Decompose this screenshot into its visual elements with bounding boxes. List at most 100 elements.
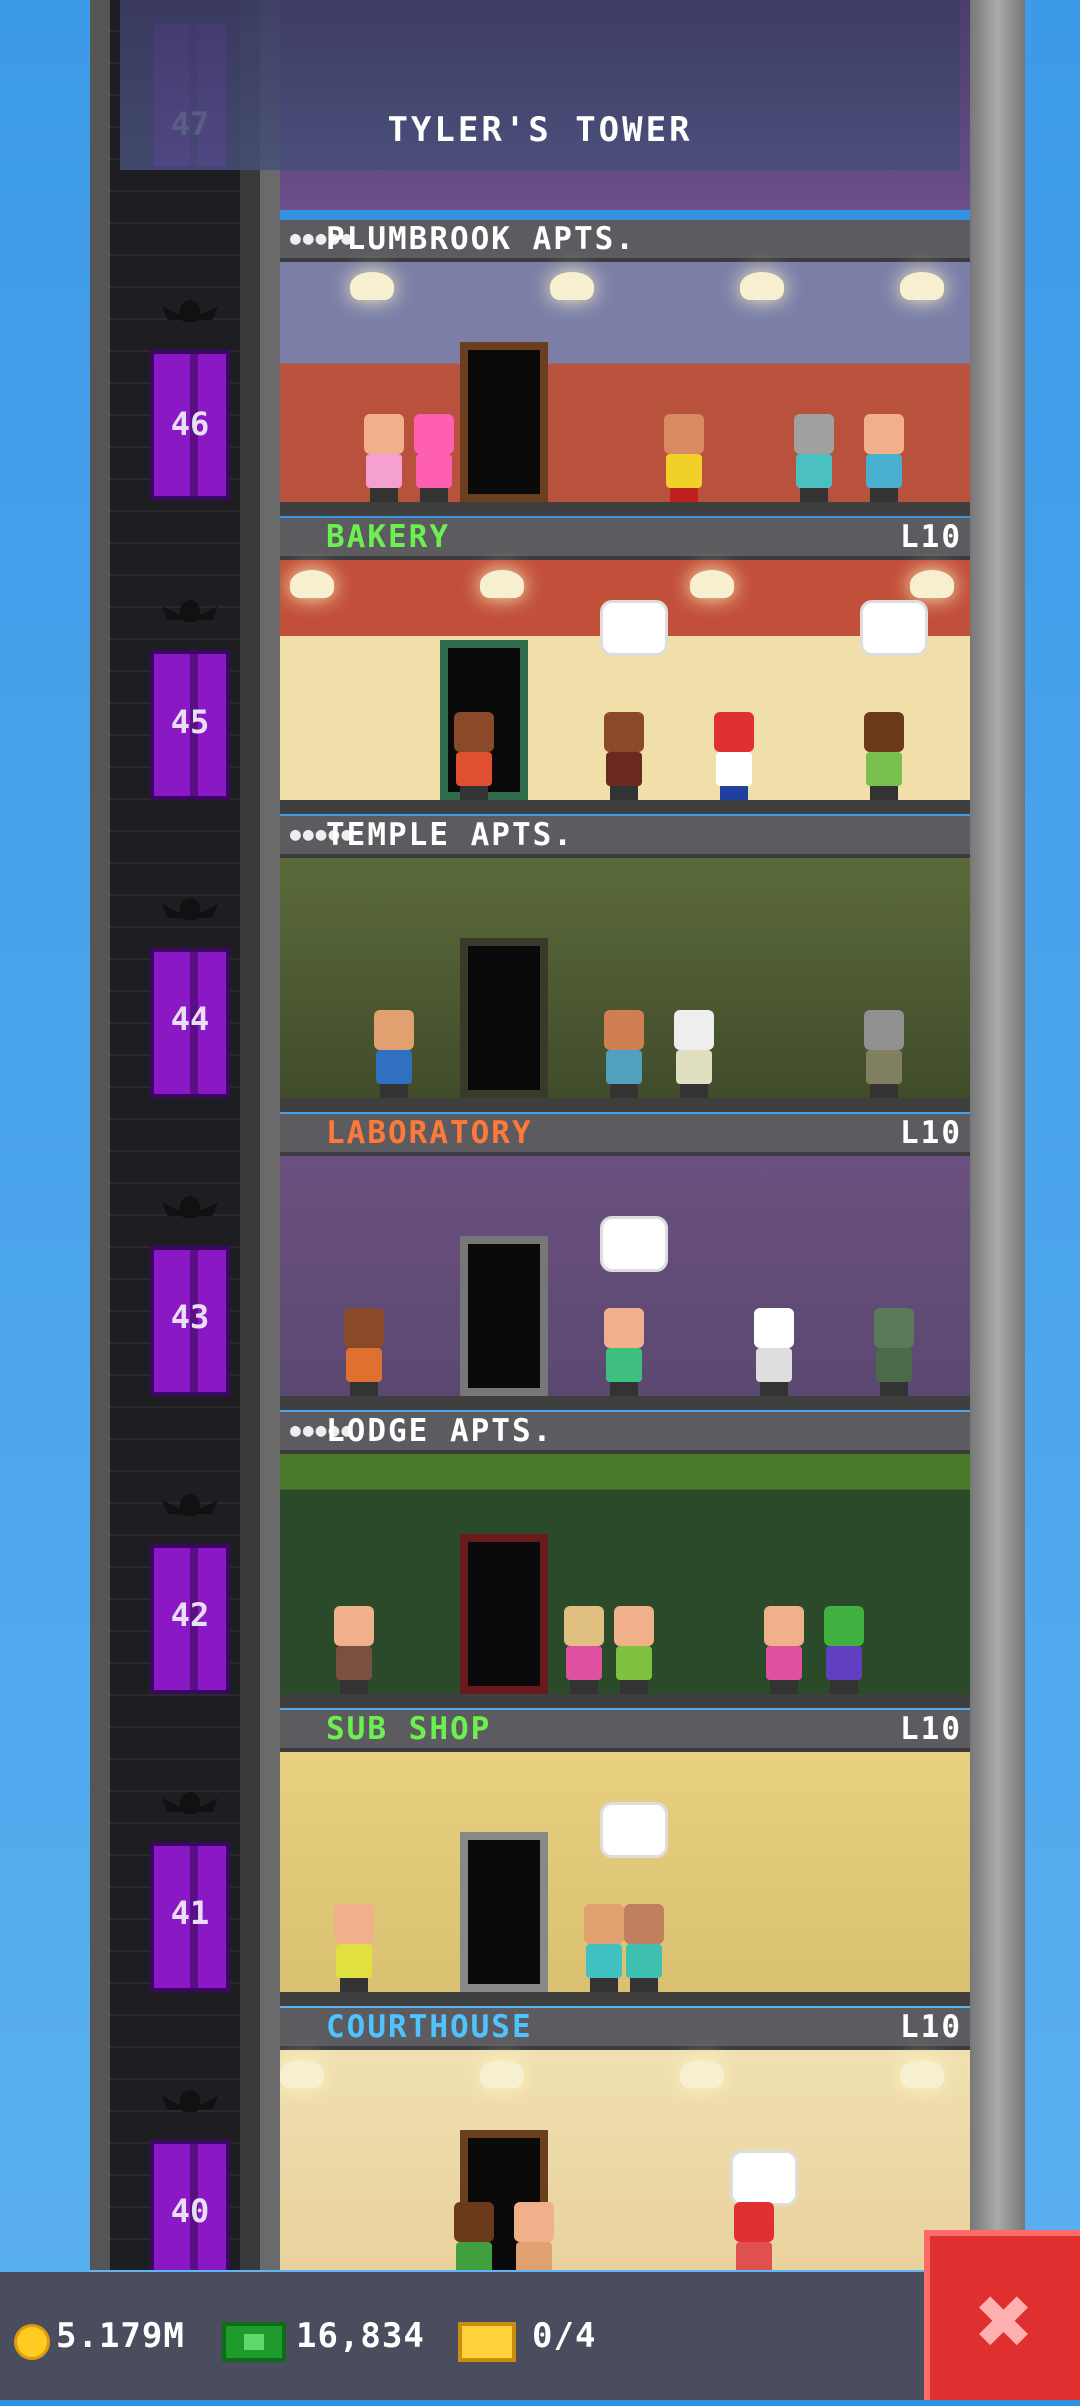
floor-sign: COURTHOUSE L10 xyxy=(280,2008,970,2050)
floor-level: L10 xyxy=(900,1711,962,1747)
bubble-icon[interactable] xyxy=(860,600,928,656)
bitizen[interactable] xyxy=(600,1010,648,1098)
floor-temple-apts[interactable]: ●●●●● TEMPLE APTS. xyxy=(280,816,970,1116)
floor-door xyxy=(460,1236,548,1396)
ceiling-lamp xyxy=(350,272,394,300)
shaft-rail xyxy=(240,0,260,2270)
tower-wall xyxy=(260,0,280,2270)
floor-sign: ●●●●● PLUMBROOK APTS. xyxy=(280,220,970,262)
tower-title-bar: TYLER'S TOWER xyxy=(120,0,960,170)
ceiling-lamp xyxy=(550,272,594,300)
bat-icon xyxy=(162,1792,218,1820)
floor-courthouse[interactable]: COURTHOUSE L10 xyxy=(280,2008,970,2270)
bitizen[interactable] xyxy=(560,1606,608,1694)
ceiling-lamp xyxy=(740,272,784,300)
floor-plumbrook-apts[interactable]: ●●●●● PLUMBROOK APTS. xyxy=(280,220,970,520)
bubble-icon[interactable] xyxy=(730,2150,798,2206)
floor-room xyxy=(280,858,970,1112)
close-button[interactable]: ✖ xyxy=(924,2230,1080,2400)
floor-base xyxy=(280,502,970,516)
bitizen[interactable] xyxy=(600,1308,648,1396)
elevator-floor-number-44: 44 xyxy=(170,1000,210,1038)
tickets-value: 0/4 xyxy=(532,2316,597,2356)
bat-icon xyxy=(162,1494,218,1522)
bitizen[interactable] xyxy=(820,1606,868,1694)
floor-name: LODGE APTS. xyxy=(326,1413,554,1449)
floor-room xyxy=(280,1156,970,1410)
sky-right xyxy=(1020,0,1080,2400)
floor-base xyxy=(280,1098,970,1112)
floor-door xyxy=(460,1832,548,1992)
bubble-icon[interactable] xyxy=(600,600,668,656)
floor-bakery[interactable]: BAKERY L10 xyxy=(280,518,970,818)
floor-base xyxy=(280,1396,970,1410)
bitizen[interactable] xyxy=(750,1308,798,1396)
elevator-floor-number-45: 45 xyxy=(170,703,210,741)
ceiling-lamp xyxy=(480,2060,524,2088)
floor-sign: SUB SHOP L10 xyxy=(280,1710,970,1752)
bat-icon xyxy=(162,300,218,328)
bat-icon xyxy=(162,2090,218,2118)
floor-room xyxy=(280,560,970,814)
bat-icon xyxy=(162,898,218,926)
ticket-icon xyxy=(458,2322,516,2362)
bitizen[interactable] xyxy=(370,1010,418,1098)
ceiling-lamp xyxy=(290,570,334,598)
elevator-floor-number-43: 43 xyxy=(170,1298,210,1336)
floor-door xyxy=(460,1534,548,1694)
floor-room xyxy=(280,2050,970,2270)
close-icon: ✖ xyxy=(976,2265,1034,2377)
elevator-floor-number-46: 46 xyxy=(170,405,210,443)
bitizen[interactable] xyxy=(660,414,708,502)
ceiling-lamp xyxy=(480,570,524,598)
floor-sub-shop[interactable]: SUB SHOP L10 xyxy=(280,1710,970,2010)
bat-icon xyxy=(162,1196,218,1224)
bitizen[interactable] xyxy=(790,414,838,502)
bitizen[interactable] xyxy=(330,1904,378,1992)
bubble-icon[interactable] xyxy=(600,1216,668,1272)
floor-sign: BAKERY L10 xyxy=(280,518,970,560)
floor-sign: ●●●●● LODGE APTS. xyxy=(280,1412,970,1454)
bitizen[interactable] xyxy=(730,2202,778,2270)
floor-base xyxy=(280,1694,970,1708)
bitizen[interactable] xyxy=(450,712,498,800)
floor-sign: ●●●●● TEMPLE APTS. xyxy=(280,816,970,858)
ceiling-lamp xyxy=(280,2060,324,2088)
ceiling-lamp xyxy=(900,2060,944,2088)
bitizen[interactable] xyxy=(860,414,908,502)
bitizen[interactable] xyxy=(760,1606,808,1694)
tower[interactable]: 47 ●●●●● PLUMBROOK APTS. 46 BAKERY L10 xyxy=(90,0,1025,2270)
bitizen[interactable] xyxy=(330,1606,378,1694)
bitizen[interactable] xyxy=(510,2202,558,2270)
bubble-icon[interactable] xyxy=(600,1802,668,1858)
bitizen[interactable] xyxy=(620,1904,668,1992)
elevator-floor-number-42: 42 xyxy=(170,1596,210,1634)
bitizen[interactable] xyxy=(410,414,458,502)
bitizen[interactable] xyxy=(870,1308,918,1396)
ceiling-lamp xyxy=(900,272,944,300)
bitizen[interactable] xyxy=(340,1308,388,1396)
floor-door xyxy=(460,938,548,1098)
bitizen[interactable] xyxy=(710,712,758,800)
floor-name: LABORATORY xyxy=(326,1115,533,1151)
bux-value: 16,834 xyxy=(296,2316,425,2356)
bitizen[interactable] xyxy=(670,1010,718,1098)
floor-room xyxy=(280,1454,970,1708)
bitizen[interactable] xyxy=(860,1010,908,1098)
floor-base xyxy=(280,1992,970,2006)
floor-name: SUB SHOP xyxy=(326,1711,492,1747)
floor-laboratory[interactable]: LABORATORY L10 xyxy=(280,1114,970,1414)
elevator-floor-number-40: 40 xyxy=(170,2192,210,2230)
floor-level: L10 xyxy=(900,1115,962,1151)
floor-sign: LABORATORY L10 xyxy=(280,1114,970,1156)
ceiling-lamp xyxy=(690,570,734,598)
bitizen[interactable] xyxy=(610,1606,658,1694)
bitizen[interactable] xyxy=(450,2202,498,2270)
floor-lodge-apts[interactable]: ●●●●● LODGE APTS. xyxy=(280,1412,970,1712)
bitizen[interactable] xyxy=(860,712,908,800)
bitizen[interactable] xyxy=(600,712,648,800)
bitizen[interactable] xyxy=(360,414,408,502)
shaft-rail-left xyxy=(90,0,110,2270)
floor-level: L10 xyxy=(900,2009,962,2045)
floor-name: PLUMBROOK APTS. xyxy=(326,221,636,257)
